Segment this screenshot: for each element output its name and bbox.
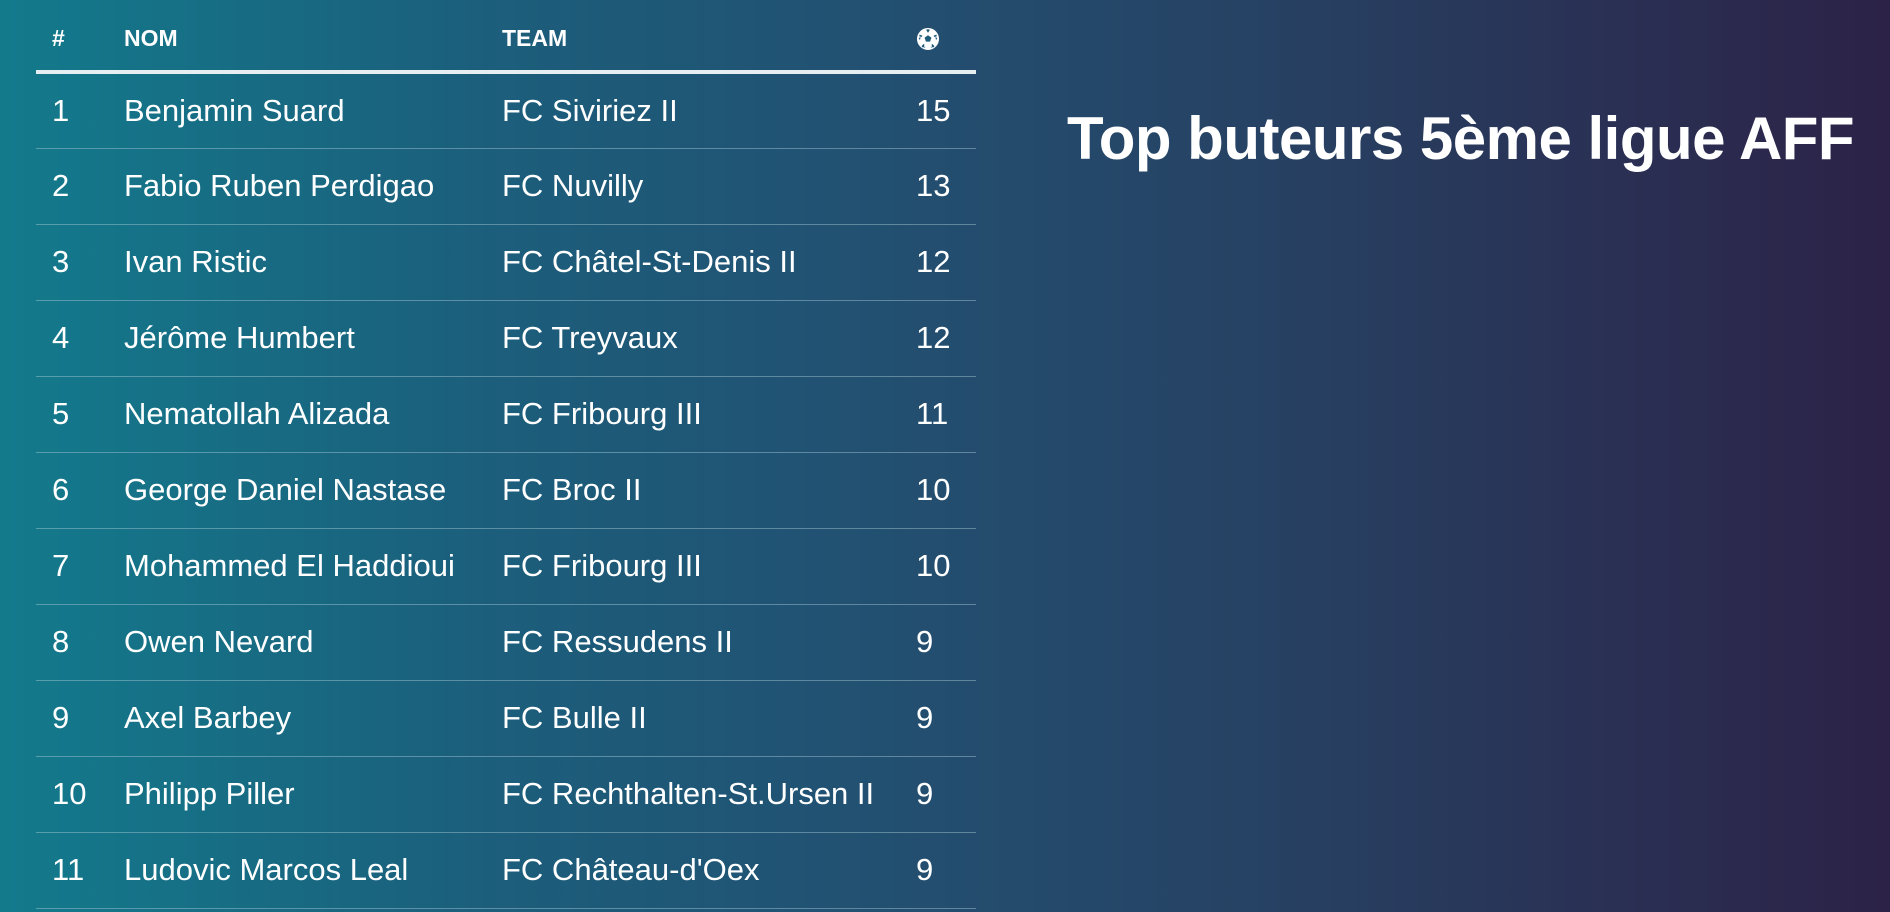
player-name-cell: Ludovic Marcos Leal <box>124 832 502 909</box>
goals-cell: 10 <box>916 528 976 605</box>
team-cell: FC Ressudens II <box>502 604 916 681</box>
team-cell: FC Château-d'Oex <box>502 832 916 909</box>
player-name-cell: Philipp Piller <box>124 756 502 833</box>
rank-cell: 7 <box>36 528 124 605</box>
goals-cell: 9 <box>916 604 976 681</box>
scorers-table: # NOM TEAM 1 Benjamin Suard FC Siviriez … <box>36 0 976 909</box>
table-row: 4 Jérôme Humbert FC Treyvaux 12 <box>36 300 976 377</box>
rank-cell: 10 <box>36 756 124 833</box>
rank-cell: 4 <box>36 300 124 377</box>
player-name-cell: Fabio Ruben Perdigao <box>124 148 502 225</box>
table-row: 6 George Daniel Nastase FC Broc II 10 <box>36 452 976 529</box>
rank-cell: 2 <box>36 148 124 225</box>
team-cell: FC Bulle II <box>502 680 916 757</box>
goals-cell: 11 <box>916 376 976 453</box>
team-cell: FC Rechthalten-St.Ursen II <box>502 756 916 833</box>
player-name-cell: George Daniel Nastase <box>124 452 502 529</box>
scorers-table-container: # NOM TEAM 1 Benjamin Suard FC Siviriez … <box>36 0 976 909</box>
goals-cell: 9 <box>916 832 976 909</box>
goals-cell: 12 <box>916 224 976 301</box>
rank-cell: 6 <box>36 452 124 529</box>
player-name-cell: Axel Barbey <box>124 680 502 757</box>
player-name-cell: Benjamin Suard <box>124 72 502 149</box>
table-row: 7 Mohammed El Haddioui FC Fribourg III 1… <box>36 528 976 605</box>
goals-cell: 9 <box>916 680 976 757</box>
team-cell: FC Fribourg III <box>502 528 916 605</box>
player-name-cell: Mohammed El Haddioui <box>124 528 502 605</box>
header-goals <box>916 0 976 74</box>
rank-cell: 5 <box>36 376 124 453</box>
table-row: 11 Ludovic Marcos Leal FC Château-d'Oex … <box>36 832 976 909</box>
table-header: # NOM TEAM <box>36 0 976 74</box>
goals-cell: 10 <box>916 452 976 529</box>
rank-cell: 11 <box>36 832 124 909</box>
goals-cell: 9 <box>916 756 976 833</box>
rank-cell: 9 <box>36 680 124 757</box>
player-name-cell: Owen Nevard <box>124 604 502 681</box>
header-row: # NOM TEAM <box>36 0 976 74</box>
soccer-ball-icon <box>917 28 939 51</box>
header-name: NOM <box>124 0 502 74</box>
table-row: 2 Fabio Ruben Perdigao FC Nuvilly 13 <box>36 148 976 225</box>
table-row: 10 Philipp Piller FC Rechthalten-St.Urse… <box>36 756 976 833</box>
header-rank: # <box>36 0 124 74</box>
goals-cell: 13 <box>916 148 976 225</box>
team-cell: FC Nuvilly <box>502 148 916 225</box>
team-cell: FC Châtel-St-Denis II <box>502 224 916 301</box>
goals-cell: 12 <box>916 300 976 377</box>
team-cell: FC Siviriez II <box>502 72 916 149</box>
player-name-cell: Jérôme Humbert <box>124 300 502 377</box>
table-row: 1 Benjamin Suard FC Siviriez II 15 <box>36 72 976 149</box>
rank-cell: 8 <box>36 604 124 681</box>
player-name-cell: Nematollah Alizada <box>124 376 502 453</box>
rank-cell: 3 <box>36 224 124 301</box>
table-row: 3 Ivan Ristic FC Châtel-St-Denis II 12 <box>36 224 976 301</box>
rank-cell: 1 <box>36 72 124 149</box>
table-row: 8 Owen Nevard FC Ressudens II 9 <box>36 604 976 681</box>
team-cell: FC Treyvaux <box>502 300 916 377</box>
goals-cell: 15 <box>916 72 976 149</box>
table-row: 9 Axel Barbey FC Bulle II 9 <box>36 680 976 757</box>
table-body: 1 Benjamin Suard FC Siviriez II 15 2 Fab… <box>36 72 976 909</box>
page-title: Top buteurs 5ème ligue AFF <box>1067 105 1855 172</box>
team-cell: FC Fribourg III <box>502 376 916 453</box>
table-row: 5 Nematollah Alizada FC Fribourg III 11 <box>36 376 976 453</box>
team-cell: FC Broc II <box>502 452 916 529</box>
header-team: TEAM <box>502 0 916 74</box>
player-name-cell: Ivan Ristic <box>124 224 502 301</box>
